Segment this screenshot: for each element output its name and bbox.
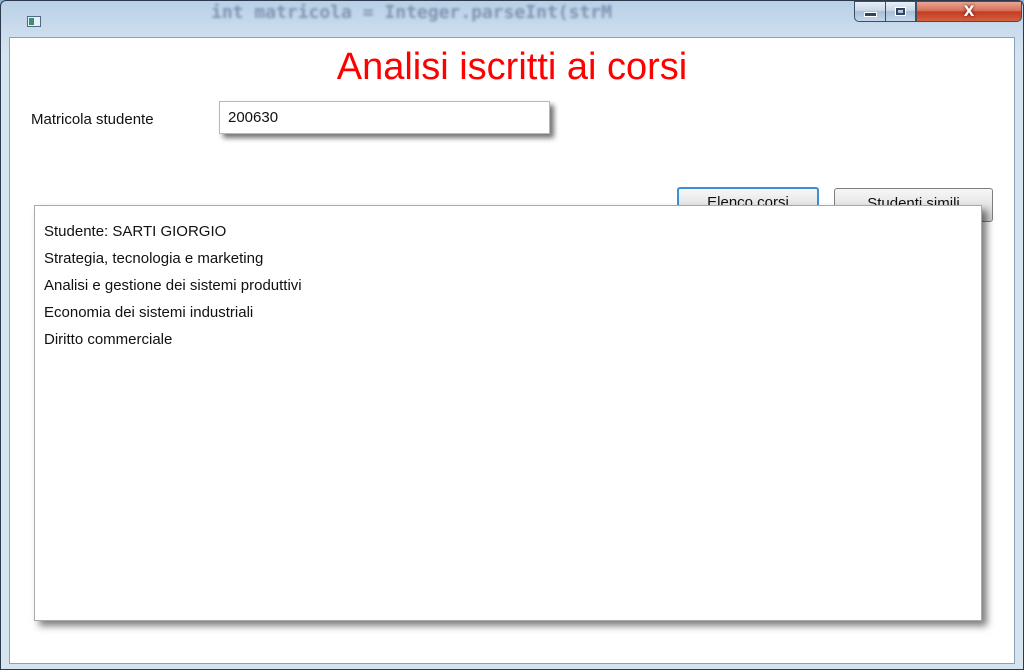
window-controls: X xyxy=(854,1,1022,23)
app-window: int matricola = Integer.parseInt(strM X … xyxy=(0,0,1024,670)
result-line: Economia dei sistemi industriali xyxy=(44,304,254,321)
result-line: Analisi e gestione dei sistemi produttiv… xyxy=(44,277,302,294)
close-icon: X xyxy=(963,3,975,20)
close-button[interactable]: X xyxy=(916,1,1022,22)
minimize-button[interactable] xyxy=(854,1,885,22)
matricola-input[interactable]: 200630 xyxy=(219,101,550,134)
result-line: Diritto commerciale xyxy=(44,331,173,348)
title-bar[interactable]: int matricola = Integer.parseInt(strM X xyxy=(1,1,1023,37)
page-title: Analisi iscritti ai corsi xyxy=(336,46,688,88)
result-line: Strategia, tecnologia e marketing xyxy=(44,250,264,267)
app-icon[interactable] xyxy=(27,16,41,27)
result-line: Studente: SARTI GIORGIO xyxy=(44,223,227,240)
minimize-icon xyxy=(863,12,877,17)
maximize-icon xyxy=(895,7,906,16)
maximize-button[interactable] xyxy=(885,1,916,22)
matricola-label: Matricola studente xyxy=(31,111,154,128)
results-textarea[interactable]: Studente: SARTI GIORGIO Strategia, tecno… xyxy=(34,205,982,621)
